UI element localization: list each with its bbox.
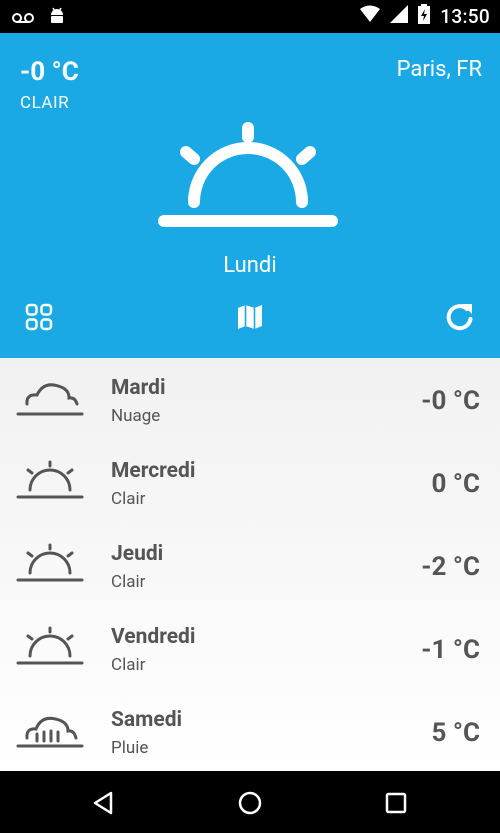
forecast-day: Samedi <box>111 708 183 732</box>
refresh-button[interactable] <box>440 297 480 337</box>
back-button[interactable] <box>88 787 120 819</box>
forecast-day: Jeudi <box>111 542 164 566</box>
forecast-temperature: -1 °C <box>421 635 480 665</box>
battery-icon <box>418 4 431 28</box>
forecast-row-samedi[interactable]: Samedi Pluie 5 °C <box>0 690 500 772</box>
forecast-temperature: 0 °C <box>431 469 480 499</box>
recents-icon <box>385 792 407 814</box>
current-temperature: -0 °C <box>20 57 79 87</box>
forecast-day: Vendredi <box>111 625 196 649</box>
map-button[interactable] <box>230 297 270 337</box>
forecast-row-mercredi[interactable]: Mercredi Clair 0 °C <box>0 441 500 523</box>
home-icon <box>238 791 262 815</box>
forecast-condition: Nuage <box>111 406 161 426</box>
recents-button[interactable] <box>380 787 412 819</box>
forecast-condition: Clair <box>111 655 146 675</box>
rain-cloud-icon <box>15 708 85 754</box>
sunrise-icon <box>156 119 340 235</box>
forecast-row-mardi[interactable]: Mardi Nuage -0 °C <box>0 358 500 440</box>
forecast-condition: Clair <box>111 572 146 592</box>
forecast-list: Mardi Nuage -0 °C Mercredi Clair 0 °C Je… <box>0 358 500 771</box>
grid-view-button[interactable] <box>19 297 59 337</box>
location-label: Paris, FR <box>396 57 482 82</box>
forecast-temperature: -0 °C <box>421 386 480 416</box>
cloud-icon <box>15 376 85 422</box>
current-day: Lundi <box>223 253 277 278</box>
current-condition: CLAIR <box>20 93 70 113</box>
android-icon <box>48 6 66 30</box>
forecast-day: Mardi <box>111 376 166 400</box>
refresh-icon <box>446 304 473 331</box>
forecast-day: Mercredi <box>111 459 196 483</box>
system-navigation-bar <box>0 771 500 833</box>
sunrise-icon <box>15 542 85 588</box>
forecast-temperature: 5 °C <box>431 718 480 748</box>
status-bar: 13:50 <box>0 0 500 33</box>
signal-icon <box>390 5 409 27</box>
map-icon <box>238 305 262 329</box>
status-time: 13:50 <box>440 4 490 28</box>
forecast-temperature: -2 °C <box>421 552 480 582</box>
sunrise-icon <box>15 459 85 505</box>
sunrise-icon <box>15 625 85 671</box>
wifi-icon <box>360 5 381 27</box>
voicemail-icon <box>12 9 34 28</box>
back-icon <box>93 791 113 815</box>
forecast-row-jeudi[interactable]: Jeudi Clair -2 °C <box>0 524 500 606</box>
current-weather-header: -0 °C CLAIR Paris, FR Lundi <box>0 33 500 358</box>
forecast-condition: Pluie <box>111 738 149 758</box>
home-button[interactable] <box>234 787 266 819</box>
forecast-condition: Clair <box>111 489 146 509</box>
forecast-row-vendredi[interactable]: Vendredi Clair -1 °C <box>0 607 500 689</box>
grid-icon <box>25 303 53 331</box>
